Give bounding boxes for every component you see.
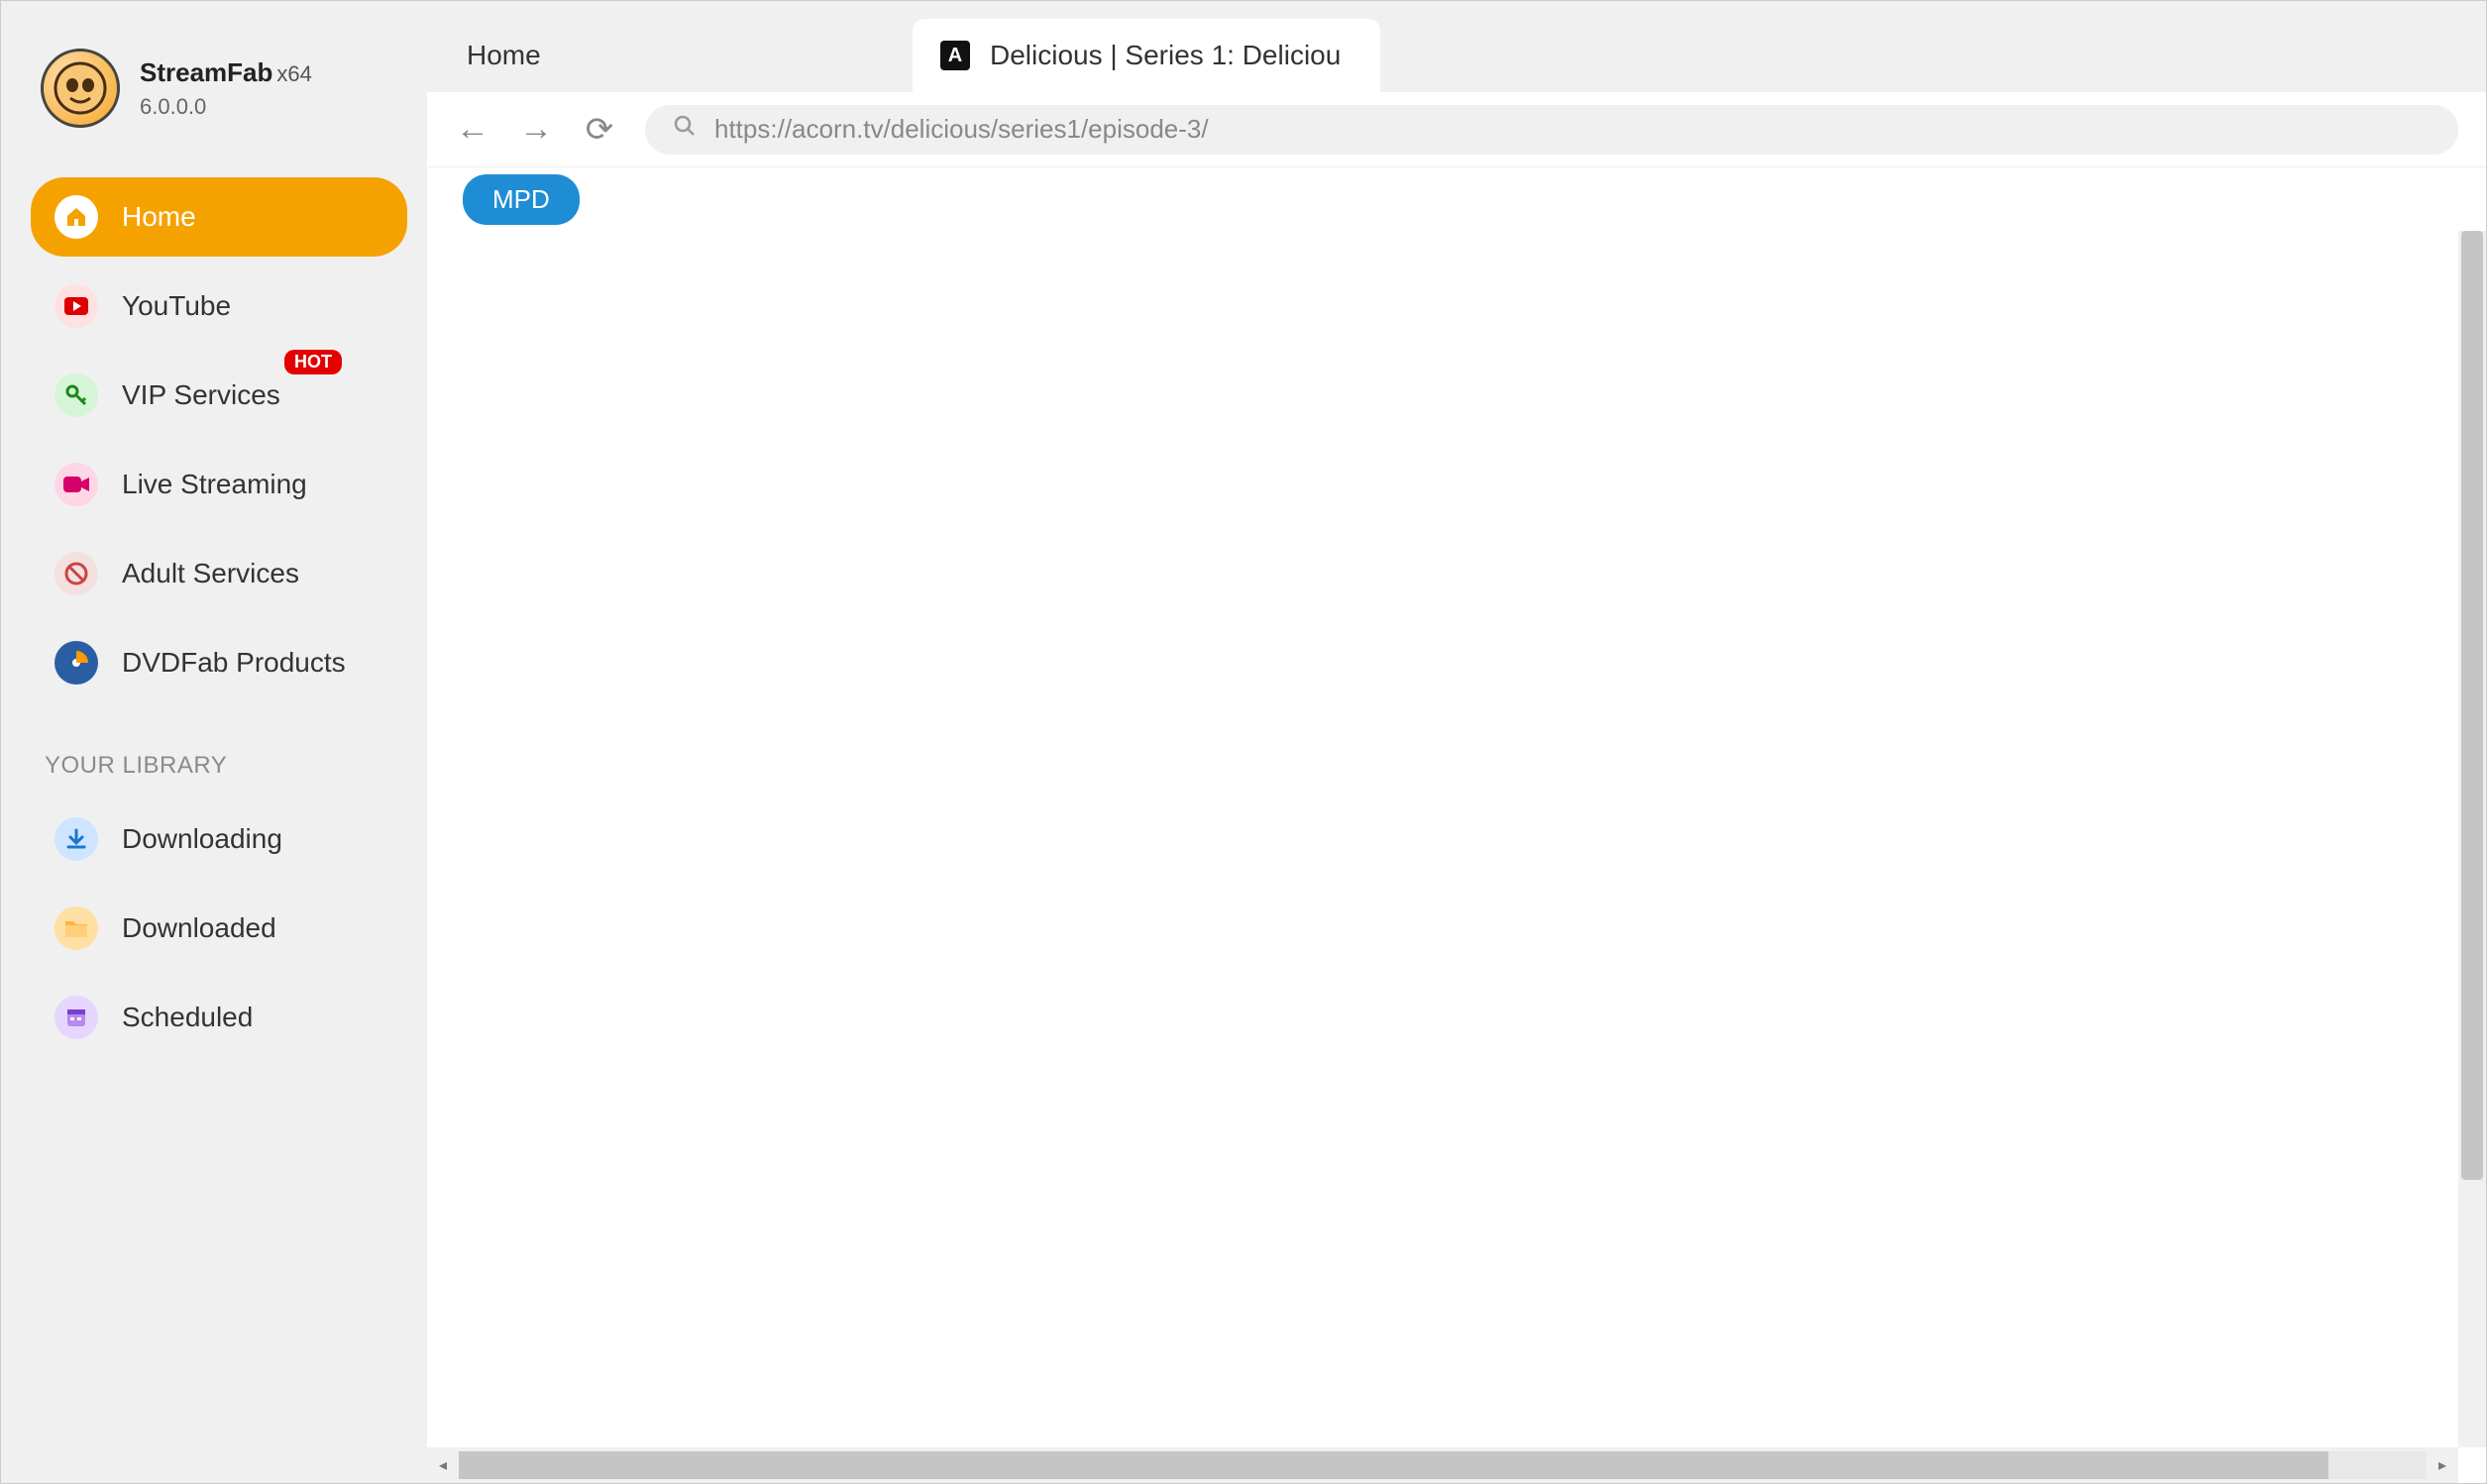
horizontal-scrollbar[interactable]: ◂ ▸ (427, 1447, 2458, 1483)
logo-icon (41, 49, 120, 128)
back-button[interactable]: ← (455, 110, 490, 149)
hscroll-thumb[interactable] (459, 1451, 2328, 1479)
hscroll-track (459, 1451, 2427, 1479)
sidebar-item-label: Downloading (122, 823, 282, 855)
sidebar-item-label: VIP Services (122, 379, 280, 411)
hot-badge: HOT (284, 350, 342, 374)
sidebar-item-vip-services[interactable]: VIP Services HOT (31, 356, 407, 435)
download-icon (54, 817, 98, 861)
app-body: StreamFabx64 6.0.0.0 Home YouTube (1, 19, 2486, 1483)
sidebar-item-label: Home (122, 201, 196, 233)
sidebar-item-dvdfab-products[interactable]: DVDFab Products (31, 623, 407, 702)
sidebar: StreamFabx64 6.0.0.0 Home YouTube (1, 19, 427, 1483)
tab-label: Delicious | Series 1: Deliciou (990, 40, 1341, 71)
sidebar-item-home[interactable]: Home (31, 177, 407, 257)
main-pane: Home A Delicious | Series 1: Deliciou ← … (427, 19, 2486, 1483)
youtube-icon (54, 284, 98, 328)
reload-button[interactable]: ⟳ (582, 110, 617, 150)
home-icon (54, 195, 98, 239)
logo-text: StreamFabx64 6.0.0.0 (140, 57, 312, 120)
mpd-chip[interactable]: MPD (463, 174, 580, 225)
key-icon (54, 373, 98, 417)
vscroll-thumb[interactable] (2461, 231, 2483, 1180)
search-icon (673, 114, 697, 145)
content-outer: ACORN TV MY ACORN TV (427, 231, 2486, 1483)
sidebar-item-youtube[interactable]: YouTube (31, 266, 407, 346)
chip-row: MPD (427, 167, 2486, 231)
sidebar-item-downloading[interactable]: Downloading (31, 799, 407, 879)
scroll-right-icon[interactable]: ▸ (2427, 1447, 2458, 1483)
sidebar-item-label: DVDFab Products (122, 647, 346, 679)
library-section-label: YOUR LIBRARY (45, 752, 407, 780)
app-version: 6.0.0.0 (140, 94, 312, 120)
app-logo: StreamFabx64 6.0.0.0 (41, 49, 407, 128)
sidebar-item-downloaded[interactable]: Downloaded (31, 889, 407, 968)
sidebar-item-label: Downloaded (122, 912, 276, 944)
acorn-favicon-icon: A (940, 41, 970, 70)
sidebar-item-label: Live Streaming (122, 469, 307, 500)
tab-active[interactable]: A Delicious | Series 1: Deliciou (913, 19, 1380, 92)
scroll-left-icon[interactable]: ◂ (427, 1447, 459, 1483)
tab-label: Home (467, 40, 541, 71)
sidebar-item-label: YouTube (122, 290, 231, 322)
app-window: ◐ ≡ — □ ✕ StreamFabx64 6.0.0.0 (0, 0, 2487, 1484)
sidebar-item-live-streaming[interactable]: Live Streaming (31, 445, 407, 524)
sidebar-item-scheduled[interactable]: Scheduled (31, 978, 407, 1057)
tab-home[interactable]: Home (427, 19, 913, 92)
tab-bar: Home A Delicious | Series 1: Deliciou (427, 19, 2486, 92)
vertical-scrollbar[interactable] (2458, 231, 2486, 1447)
app-arch: x64 (276, 61, 311, 86)
address-url: https://acorn.tv/delicious/series1/episo… (714, 114, 1209, 145)
app-name: StreamFab (140, 57, 272, 87)
titlebar: ◐ ≡ — □ ✕ (1, 1, 2486, 19)
restricted-icon (54, 552, 98, 595)
calendar-icon (54, 996, 98, 1039)
forward-button[interactable]: → (518, 110, 554, 149)
sidebar-item-label: Scheduled (122, 1002, 253, 1033)
folder-icon (54, 906, 98, 950)
address-input[interactable]: https://acorn.tv/delicious/series1/episo… (645, 105, 2458, 155)
address-bar-row: ← → ⟳ https://acorn.tv/delicious/series1… (427, 92, 2486, 167)
sidebar-item-adult-services[interactable]: Adult Services (31, 534, 407, 613)
sidebar-item-label: Adult Services (122, 558, 299, 589)
camera-icon (54, 463, 98, 506)
content-inner: ACORN TV MY ACORN TV (427, 231, 2486, 1483)
dvdfab-icon (54, 641, 98, 685)
